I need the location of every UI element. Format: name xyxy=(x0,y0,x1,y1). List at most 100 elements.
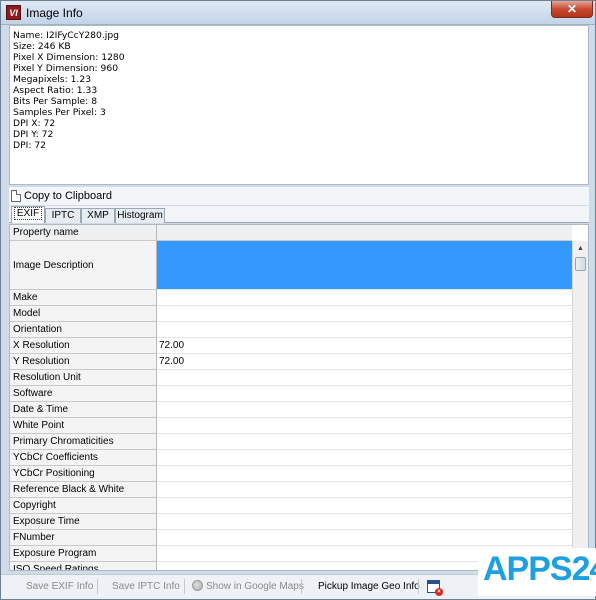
info-line-samples-per-pixel: Samples Per Pixel: 3 xyxy=(13,107,106,118)
property-value-cell[interactable] xyxy=(157,386,572,402)
show-in-google-maps-button[interactable]: Show in Google Maps xyxy=(192,580,304,592)
property-value-cell[interactable] xyxy=(157,482,572,498)
toolbar-separator xyxy=(418,579,419,594)
property-name-cell: Make xyxy=(10,290,157,306)
scrollbar-thumb[interactable] xyxy=(575,257,586,271)
property-name-cell: Copyright xyxy=(10,498,157,514)
property-value-cell[interactable] xyxy=(157,418,572,434)
grid-row[interactable]: Reference Black & White xyxy=(10,482,572,498)
grid-header-property-name[interactable]: Property name xyxy=(10,225,157,241)
toolbar-separator xyxy=(97,579,98,594)
info-line-dpi-x: DPI X: 72 xyxy=(13,118,56,129)
copy-toolbar: Copy to Clipboard xyxy=(9,187,589,205)
property-name-cell: YCbCr Coefficients xyxy=(10,450,157,466)
property-value-cell[interactable] xyxy=(157,466,572,482)
tab-exif[interactable]: EXIF xyxy=(11,206,45,223)
grid-row[interactable]: YCbCr Coefficients xyxy=(10,450,572,466)
property-value-cell[interactable] xyxy=(157,498,572,514)
info-line-pixel-y: Pixel Y Dimension: 960 xyxy=(13,63,119,74)
grid-row[interactable]: Make xyxy=(10,290,572,306)
show-in-google-maps-label: Show in Google Maps xyxy=(206,581,304,592)
info-line-name: Name: I2IFyCcY280.jpg xyxy=(13,30,120,41)
watermark-text: APPS24 xyxy=(483,550,596,588)
property-value-cell[interactable] xyxy=(157,514,572,530)
property-name-cell: Reference Black & White xyxy=(10,482,157,498)
grid-row[interactable]: Resolution Unit xyxy=(10,370,572,386)
copy-to-clipboard-button[interactable]: Copy to Clipboard xyxy=(11,188,112,204)
close-button[interactable]: ✕ xyxy=(551,1,593,18)
grid-row[interactable]: X Resolution 72.00 xyxy=(10,338,572,354)
image-info-window: VI Image Info ✕ Name: I2IFyCcY280.jpg Si… xyxy=(0,0,596,600)
info-line-dpi: DPI: 72 xyxy=(13,140,47,151)
info-line-size: Size: 246 KB xyxy=(13,41,71,52)
remove-icon: × xyxy=(435,588,443,596)
watermark-logo: APPS24 xyxy=(478,548,596,596)
grid-scrollbar[interactable]: ▲ xyxy=(572,241,588,570)
title-bar[interactable]: VI Image Info ✕ xyxy=(1,1,595,25)
window-title: Image Info xyxy=(26,6,83,20)
property-value-cell[interactable]: 72.00 xyxy=(157,338,572,354)
tab-strip: EXIF IPTC XMP Histogram xyxy=(9,206,589,223)
property-value-cell[interactable] xyxy=(157,241,572,290)
property-value-cell[interactable] xyxy=(157,434,572,450)
exif-property-grid: Property name Image Description Make Model… xyxy=(9,224,589,571)
property-value-cell[interactable] xyxy=(157,450,572,466)
info-line-aspect-ratio: Aspect Ratio: 1.33 xyxy=(13,85,98,96)
grid-row[interactable]: Y Resolution 72.00 xyxy=(10,354,572,370)
globe-icon xyxy=(192,580,203,591)
grid-row[interactable]: Exposure Time xyxy=(10,514,572,530)
tab-histogram[interactable]: Histogram xyxy=(115,208,165,223)
property-name-cell: Exposure Time xyxy=(10,514,157,530)
image-info-text: Name: I2IFyCcY280.jpg Size: 246 KB Pixel… xyxy=(9,25,589,185)
info-line-bits-per-sample: Bits Per Sample: 8 xyxy=(13,96,98,107)
tab-xmp[interactable]: XMP xyxy=(81,208,115,223)
grid-row[interactable]: Copyright xyxy=(10,498,572,514)
property-value-cell[interactable] xyxy=(157,322,572,338)
property-name-cell: Resolution Unit xyxy=(10,370,157,386)
toolbar-separator xyxy=(184,579,185,594)
scroll-up-arrow-icon[interactable]: ▲ xyxy=(574,242,587,255)
property-name-cell: Y Resolution xyxy=(10,354,157,370)
grid-row[interactable]: White Point xyxy=(10,418,572,434)
property-name-cell: Primary Chromaticities xyxy=(10,434,157,450)
property-name-cell: White Point xyxy=(10,418,157,434)
save-exif-info-button[interactable]: Save EXIF Info xyxy=(26,581,93,592)
property-value-cell[interactable] xyxy=(157,402,572,418)
tab-exif-label: EXIF xyxy=(13,207,43,220)
grid-row[interactable]: Orientation xyxy=(10,322,572,338)
property-name-cell: Image Description xyxy=(10,241,157,290)
grid-header-row: Property name xyxy=(10,225,572,241)
property-value-cell[interactable] xyxy=(157,370,572,386)
toolbar-separator xyxy=(301,579,302,594)
app-icon: VI xyxy=(6,5,21,20)
property-name-cell: FNumber xyxy=(10,530,157,546)
property-name-cell: Date & Time xyxy=(10,402,157,418)
property-name-cell: X Resolution xyxy=(10,338,157,354)
property-name-cell: YCbCr Positioning xyxy=(10,466,157,482)
property-name-cell: Exposure Program xyxy=(10,546,157,562)
property-value-cell[interactable] xyxy=(157,306,572,322)
property-name-cell: Software xyxy=(10,386,157,402)
pickup-image-geo-info-button[interactable]: Pickup Image Geo Info xyxy=(318,581,420,592)
property-value-cell[interactable] xyxy=(157,530,572,546)
grid-row[interactable]: Image Description xyxy=(10,241,572,290)
copy-to-clipboard-label: Copy to Clipboard xyxy=(24,190,113,202)
property-name-cell: Model xyxy=(10,306,157,322)
save-iptc-info-button[interactable]: Save IPTC Info xyxy=(112,581,180,592)
info-line-pixel-x: Pixel X Dimension: 1280 xyxy=(13,52,125,63)
grid-row[interactable]: YCbCr Positioning xyxy=(10,466,572,482)
property-value-cell[interactable]: 72.00 xyxy=(157,354,572,370)
property-name-cell: Orientation xyxy=(10,322,157,338)
grid-row[interactable]: FNumber xyxy=(10,530,572,546)
grid-row[interactable]: Primary Chromaticities xyxy=(10,434,572,450)
property-value-cell[interactable] xyxy=(157,290,572,306)
clear-geo-calendar-icon[interactable]: × xyxy=(427,580,443,596)
copy-icon xyxy=(11,190,21,202)
info-line-megapixels: Megapixels: 1.23 xyxy=(13,74,92,85)
grid-row[interactable]: Date & Time xyxy=(10,402,572,418)
grid-header-value[interactable] xyxy=(157,225,572,241)
tab-iptc[interactable]: IPTC xyxy=(45,208,81,223)
grid-row[interactable]: Model xyxy=(10,306,572,322)
info-line-dpi-y: DPI Y: 72 xyxy=(13,129,54,140)
grid-row[interactable]: Software xyxy=(10,386,572,402)
